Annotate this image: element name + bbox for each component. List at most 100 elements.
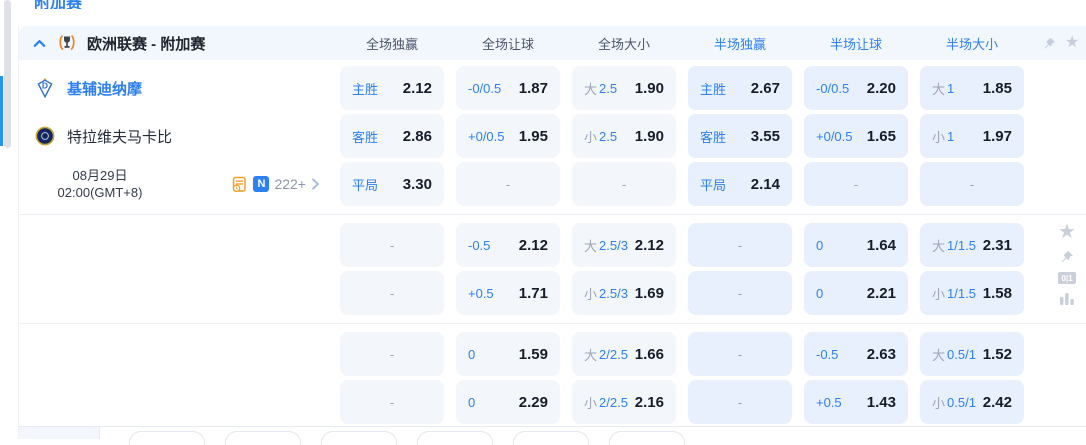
svg-text:D: D: [42, 81, 48, 91]
odds-cell-ht-handicap[interactable]: -0.52.63: [804, 332, 908, 376]
odds-cell-ht-1x2-home[interactable]: 主胜2.67: [688, 66, 792, 110]
odds-row-home: D 基辅迪纳摩 主胜2.12 -0/0.51.87 大2.51.90 主胜2.6…: [19, 64, 1086, 112]
chevron-right-icon: [311, 178, 320, 190]
market-chip[interactable]: [609, 431, 685, 445]
market-chip[interactable]: [321, 431, 397, 445]
away-team-name: 特拉维夫马卡比: [67, 126, 172, 147]
odds-history-icon: [231, 176, 248, 193]
odds-cell-ft-handicap[interactable]: +0.51.71: [456, 271, 560, 315]
league-header: 欧洲联赛 - 附加赛 全场独赢 全场让球 全场大小 半场独赢 半场让球 半场大小…: [19, 26, 1086, 60]
column-header-halftime-1x2: 半场独赢: [682, 34, 798, 53]
odds-cell-empty: -: [688, 332, 792, 376]
odds-cell-empty: -: [456, 162, 560, 206]
collapse-chevron-up-icon[interactable]: [32, 37, 47, 49]
odds-row-alt: - 02.29 小2/2.52.16 - +0.51.43 小0.5/12.42: [19, 378, 1086, 426]
next-card-cutoff: [19, 426, 1086, 439]
odds-cell-ht-under[interactable]: 小1/1.51.58: [920, 271, 1024, 315]
odds-cell-ft-under[interactable]: 小2/2.52.16: [572, 380, 676, 424]
score-01-icon[interactable]: 0|1: [1058, 272, 1076, 284]
odds-cell-ht-1x2-draw[interactable]: 平局2.14: [688, 162, 792, 206]
away-team-logo-icon: [35, 126, 55, 146]
odds-row-alt: - -0.52.12 大2.5/32.12 - 01.64 大1/1.52.31: [19, 221, 1086, 269]
match-datetime: 08月29日 02:00(GMT+8): [25, 167, 175, 201]
column-header-halftime-handicap: 半场让球: [798, 34, 914, 53]
odds-cell-ft-1x2-home[interactable]: 主胜2.12: [340, 66, 444, 110]
stats-bars-icon[interactable]: [1059, 291, 1075, 305]
odds-cell-empty: -: [340, 380, 444, 424]
left-spacer: [19, 330, 334, 378]
clipped-top-tab[interactable]: 附加赛: [34, 0, 82, 9]
more-markets-link[interactable]: N 222+: [231, 176, 320, 193]
odds-cell-ht-over[interactable]: 大0.5/11.52: [920, 332, 1024, 376]
floating-action-bar: ★ 0|1: [1052, 222, 1082, 305]
odds-cell-ht-handicap[interactable]: 02.21: [804, 271, 908, 315]
market-chip[interactable]: [513, 431, 589, 445]
clipped-top-tab-label: 附加赛: [34, 0, 82, 9]
market-chip[interactable]: [225, 431, 301, 445]
odds-cell-empty: -: [920, 162, 1024, 206]
odds-cell-ft-over[interactable]: 大2.51.90: [572, 66, 676, 110]
market-chip[interactable]: [129, 431, 205, 445]
column-header-fulltime-overunder: 全场大小: [566, 34, 682, 53]
odds-cell-ht-handicap-home[interactable]: -0/0.52.20: [804, 66, 908, 110]
odds-cell-ht-handicap[interactable]: 01.64: [804, 223, 908, 267]
odds-cell-ht-handicap-away[interactable]: +0/0.51.65: [804, 114, 908, 158]
league-header-actions: ★: [1042, 35, 1079, 51]
match-time: 02:00(GMT+8): [25, 184, 175, 201]
odds-cell-ht-1x2-away[interactable]: 客胜3.55: [688, 114, 792, 158]
odds-cell-ft-over[interactable]: 大2/2.51.66: [572, 332, 676, 376]
favorite-star-icon[interactable]: ★: [1058, 222, 1076, 242]
odds-cell-ht-under[interactable]: 小0.5/12.42: [920, 380, 1024, 424]
odds-cell-ft-handicap-home[interactable]: -0/0.51.87: [456, 66, 560, 110]
away-team-row[interactable]: 特拉维夫马卡比: [19, 112, 334, 160]
markets-count: 222+: [274, 176, 306, 192]
star-icon[interactable]: ★: [1065, 35, 1079, 51]
match-date: 08月29日: [25, 167, 175, 184]
odds-cell-ft-handicap[interactable]: 01.59: [456, 332, 560, 376]
odds-cell-empty: -: [340, 271, 444, 315]
odds-cell-empty: -: [340, 332, 444, 376]
odds-grid: D 基辅迪纳摩 主胜2.12 -0/0.51.87 大2.51.90 主胜2.6…: [19, 60, 1086, 426]
pin-icon[interactable]: [1042, 36, 1057, 51]
pin-icon[interactable]: [1059, 249, 1075, 265]
scrollbar-thumb[interactable]: [4, 0, 11, 148]
left-spacer: [19, 269, 334, 317]
odds-cell-ht-under[interactable]: 小11.97: [920, 114, 1024, 158]
news-badge-icon: N: [253, 176, 269, 192]
odds-cell-ft-handicap[interactable]: 02.29: [456, 380, 560, 424]
odds-cell-ht-over[interactable]: 大11.85: [920, 66, 1024, 110]
odds-cell-ft-1x2-draw[interactable]: 平局3.30: [340, 162, 444, 206]
odds-cell-empty: -: [340, 223, 444, 267]
odds-cell-ft-handicap[interactable]: -0.52.12: [456, 223, 560, 267]
column-header-fulltime-1x2: 全场独赢: [334, 34, 450, 53]
left-spacer: [19, 221, 334, 269]
column-header-fulltime-handicap: 全场让球: [450, 34, 566, 53]
odds-cell-empty: -: [688, 223, 792, 267]
odds-cell-ft-over[interactable]: 大2.5/32.12: [572, 223, 676, 267]
league-title: 欧洲联赛 - 附加赛: [87, 33, 205, 54]
odds-row-alt: - 01.59 大2/2.51.66 - -0.52.63 大0.5/11.52: [19, 330, 1086, 378]
group-divider: [19, 214, 1086, 215]
odds-cell-empty: -: [804, 162, 908, 206]
odds-cell-ft-handicap-away[interactable]: +0/0.51.95: [456, 114, 560, 158]
match-info: 08月29日 02:00(GMT+8) N 222+: [19, 160, 334, 208]
group-divider: [19, 323, 1086, 324]
odds-cell-ft-1x2-away[interactable]: 客胜2.86: [340, 114, 444, 158]
odds-cell-empty: -: [572, 162, 676, 206]
odds-cell-ht-handicap[interactable]: +0.51.43: [804, 380, 908, 424]
odds-cell-ft-under[interactable]: 小2.5/31.69: [572, 271, 676, 315]
market-chip[interactable]: [417, 431, 493, 445]
home-team-row[interactable]: D 基辅迪纳摩: [19, 64, 334, 112]
league-card: 欧洲联赛 - 附加赛 全场独赢 全场让球 全场大小 半场独赢 半场让球 半场大小…: [18, 26, 1086, 439]
odds-cell-ht-over[interactable]: 大1/1.52.31: [920, 223, 1024, 267]
odds-row-alt: - +0.51.71 小2.5/31.69 - 02.21 小1/1.51.58: [19, 269, 1086, 317]
odds-cell-empty: -: [688, 271, 792, 315]
scroll-active-indicator: [0, 76, 3, 146]
league-header-left: 欧洲联赛 - 附加赛: [19, 33, 334, 54]
odds-row-away: 特拉维夫马卡比 客胜2.86 +0/0.51.95 小2.51.90 客胜3.5…: [19, 112, 1086, 160]
left-spacer: [19, 378, 334, 426]
europa-trophy-icon: [57, 33, 77, 53]
home-team-name: 基辅迪纳摩: [67, 78, 142, 99]
home-team-logo-icon: D: [35, 78, 55, 98]
odds-cell-ft-under[interactable]: 小2.51.90: [572, 114, 676, 158]
